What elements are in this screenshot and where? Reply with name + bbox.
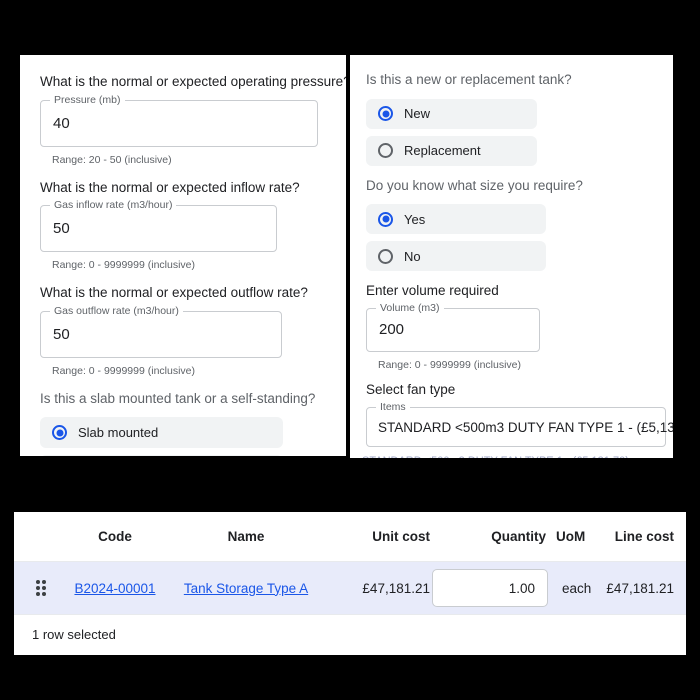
volume-field-legend: Volume (m3) [376,301,444,314]
quantity-input[interactable]: 1.00 [432,569,548,607]
pressure-field-legend: Pressure (mb) [50,93,125,106]
radio-option-self-standing[interactable]: Self-standing [40,455,283,456]
radio-option-new[interactable]: New [366,98,537,129]
table-header-row: Code Name Unit cost Quantity UoM Line co… [14,512,686,562]
outflow-range-hint: Range: 0 - 9999999 (inclusive) [52,364,196,377]
cell-quantity: 1.00 [432,569,556,607]
right-form-panel: Is this a new or replacement tank? New R… [350,55,673,458]
line-items-table: Code Name Unit cost Quantity UoM Line co… [14,512,686,655]
fan-type-selected-value: STANDARD <500m3 DUTY FAN TYPE 1 - (£5,13… [378,419,673,435]
question-outflow-rate-label: What is the normal or expected outflow r… [40,285,308,301]
column-header-quantity[interactable]: Quantity [432,529,556,544]
radio-option-no[interactable]: No [366,241,546,272]
question-inflow-rate-label: What is the normal or expected inflow ra… [40,179,300,195]
fan-type-select[interactable]: Items STANDARD <500m3 DUTY FAN TYPE 1 - … [366,401,673,448]
drag-handle-icon[interactable] [36,580,46,596]
screen-root: What is the normal or expected operating… [0,0,700,700]
question-operating-pressure-label: What is the normal or expected operating… [40,74,346,89]
radio-label-slab-mounted: Slab mounted [78,425,159,441]
radio-option-yes[interactable]: Yes [366,204,546,235]
table-footer: 1 row selected [14,614,686,654]
clipped-overflow-text: STANDARD <500m3 DUTY FAN TYPE 1 - (£5,13… [362,455,652,458]
outflow-rate-field-value: 50 [53,325,70,343]
cell-unit-cost: £47,181.21 [362,580,430,596]
radio-option-replacement[interactable]: Replacement [366,135,537,166]
column-header-name[interactable]: Name [170,529,322,544]
pressure-range-hint: Range: 20 - 50 (inclusive) [52,153,172,166]
radio-icon-slab-mounted [52,425,67,441]
cell-line-cost: £47,181.21 [606,580,674,596]
pressure-field[interactable]: Pressure (mb) 40 [40,93,318,147]
drag-handle-cell[interactable] [14,580,60,596]
cell-name-link[interactable]: Tank Storage Type A [170,581,322,596]
inflow-range-hint: Range: 0 - 9999999 (inclusive) [52,259,196,272]
row-selection-status: 1 row selected [32,627,116,642]
left-form-panel: What is the normal or expected operating… [20,55,346,456]
column-header-uom[interactable]: UoM [556,529,604,544]
volume-range-hint: Range: 0 - 9999999 (inclusive) [378,358,522,371]
radio-label-no: No [404,248,421,264]
cell-uom: each [562,580,592,596]
column-header-code[interactable]: Code [60,529,170,544]
inflow-rate-field-value: 50 [53,220,70,238]
radio-label-new: New [404,106,431,122]
radio-label-yes: Yes [404,211,426,227]
volume-field[interactable]: Volume (m3) 200 [366,301,540,352]
inflow-rate-field[interactable]: Gas inflow rate (m3/hour) 50 [40,199,277,253]
radio-icon-no [378,248,393,264]
column-header-line-cost[interactable]: Line cost [604,529,686,544]
cell-code-link[interactable]: B2024-00001 [60,581,170,596]
radio-icon-replacement [378,143,393,159]
outflow-rate-field[interactable]: Gas outflow rate (m3/hour) 50 [40,304,282,358]
column-header-unit-cost[interactable]: Unit cost [322,529,432,544]
pressure-field-value: 40 [53,114,70,132]
volume-field-value: 200 [379,321,405,339]
question-mount-type-label: Is this a slab mounted tank or a self-st… [40,390,316,406]
select-fan-type-label: Select fan type [366,381,456,397]
question-tank-type-label: Is this a new or replacement tank? [366,72,572,87]
table-row[interactable]: B2024-00001 Tank Storage Type A £47,181.… [14,562,686,614]
volume-required-label: Enter volume required [366,283,499,299]
question-size-known-label: Do you know what size you require? [366,177,583,193]
inflow-rate-field-legend: Gas inflow rate (m3/hour) [50,199,177,212]
outflow-rate-field-legend: Gas outflow rate (m3/hour) [50,304,183,317]
fan-type-select-legend: Items [376,401,410,414]
radio-label-replacement: Replacement [404,143,481,159]
radio-icon-yes [378,211,393,227]
radio-icon-new [378,106,393,122]
radio-option-slab-mounted[interactable]: Slab mounted [40,417,283,449]
